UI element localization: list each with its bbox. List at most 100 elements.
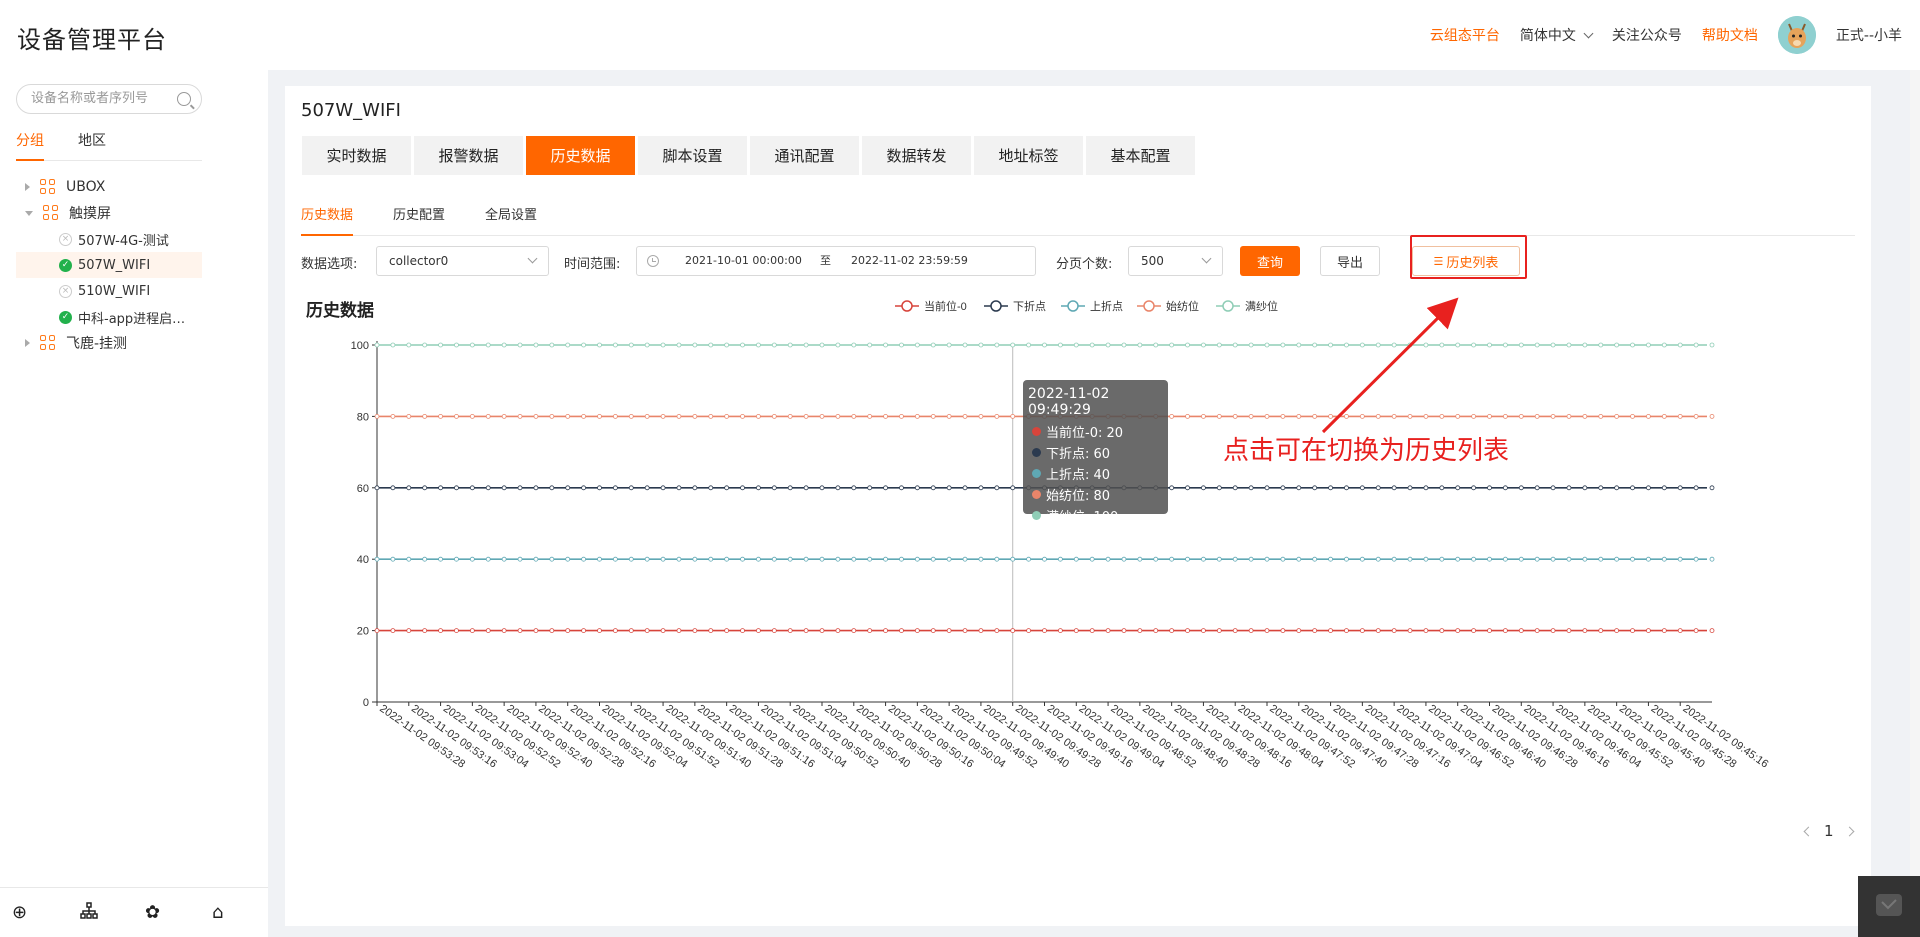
data-point — [1709, 628, 1715, 633]
page-scrollbar[interactable] — [1910, 70, 1920, 937]
data-point — [883, 485, 888, 491]
data-point — [1201, 342, 1206, 348]
data-point — [628, 628, 634, 633]
data-point — [1582, 556, 1588, 562]
data-point — [1677, 485, 1683, 491]
data-point — [1026, 342, 1032, 348]
data-point — [1375, 413, 1381, 419]
data-point — [724, 413, 730, 419]
data-point — [1248, 342, 1254, 348]
data-point — [1169, 485, 1175, 491]
data-point — [1550, 628, 1556, 633]
data-point — [660, 342, 666, 348]
data-point — [1312, 485, 1318, 491]
data-point — [962, 342, 968, 348]
chart-legend: 当前位-0 下折点 上折点 始纺位 满纱位 — [895, 299, 1278, 313]
data-point — [994, 628, 1000, 633]
legend-label: 当前位-0 — [924, 299, 967, 313]
data-point — [803, 485, 809, 491]
data-point — [374, 485, 380, 491]
data-point — [1614, 556, 1620, 562]
data-point — [883, 556, 888, 562]
tooltip-row: 上折点: 40 — [1028, 463, 1163, 484]
data-point — [1201, 628, 1206, 633]
data-point — [644, 413, 650, 419]
legend-label: 始纺位 — [1166, 299, 1199, 313]
data-point — [1328, 342, 1333, 348]
data-point — [1439, 556, 1445, 562]
current-page[interactable]: 1 — [1824, 822, 1834, 840]
y-tick-label: 80 — [357, 411, 369, 423]
data-point — [1264, 485, 1270, 491]
next-page-icon[interactable] — [1844, 826, 1854, 836]
data-point — [485, 556, 491, 562]
data-point — [1518, 413, 1524, 419]
data-point — [867, 413, 873, 419]
data-point — [962, 628, 968, 633]
data-point — [1328, 413, 1333, 419]
data-point — [565, 413, 571, 419]
data-point — [692, 485, 698, 491]
data-point — [771, 556, 777, 562]
data-point — [1010, 413, 1016, 419]
data-point — [1598, 556, 1604, 562]
series-dot-icon — [1032, 427, 1041, 436]
data-point — [851, 342, 857, 348]
data-point — [1614, 342, 1620, 348]
data-point — [978, 342, 984, 348]
data-point — [549, 556, 555, 562]
data-point — [406, 556, 412, 562]
data-point — [756, 556, 761, 562]
data-point — [1359, 556, 1365, 562]
data-point — [1344, 556, 1349, 562]
data-point — [1534, 413, 1540, 419]
data-point — [1566, 413, 1572, 419]
data-point — [930, 556, 936, 562]
data-point — [1582, 628, 1588, 633]
data-point — [1359, 342, 1365, 348]
data-point — [644, 628, 650, 633]
data-point — [1216, 485, 1222, 491]
data-point — [1487, 628, 1492, 633]
data-point — [787, 342, 793, 348]
data-point — [565, 342, 571, 348]
data-point — [803, 556, 809, 562]
data-point — [1344, 628, 1349, 633]
data-point — [1169, 413, 1175, 419]
data-point — [438, 485, 443, 491]
data-point — [692, 342, 698, 348]
data-point — [883, 342, 888, 348]
data-point — [740, 556, 745, 562]
data-point — [565, 485, 571, 491]
data-point — [1566, 342, 1572, 348]
data-point — [1216, 342, 1222, 348]
data-point — [1296, 485, 1302, 491]
data-point — [1073, 556, 1079, 562]
chat-widget[interactable] — [1858, 876, 1920, 937]
data-point — [644, 485, 650, 491]
data-point — [1375, 556, 1381, 562]
data-point — [819, 413, 825, 419]
data-point — [1137, 628, 1143, 633]
prev-page-icon[interactable] — [1803, 826, 1814, 836]
data-point — [1709, 556, 1715, 562]
legend-marker-icon — [1143, 300, 1155, 312]
data-point — [1709, 342, 1715, 348]
chart-tooltip: 2022-11-02 09:49:29 当前位-0: 20 下折点: 60 上折… — [1023, 380, 1168, 525]
data-point — [994, 556, 1000, 562]
data-point — [835, 628, 841, 633]
data-point — [1518, 556, 1524, 562]
data-point — [708, 342, 714, 348]
data-point — [1630, 413, 1635, 419]
data-point — [1661, 628, 1667, 633]
history-line-chart: 当前位-0 下折点 上折点 始纺位 满纱位 0 20 40 60 80 100 2022-11-0… — [351, 297, 1770, 771]
data-point — [1598, 413, 1604, 419]
data-point — [533, 556, 539, 562]
data-point — [946, 485, 952, 491]
y-tick-label: 100 — [351, 340, 369, 352]
data-point — [1073, 342, 1079, 348]
data-point — [1471, 628, 1477, 633]
data-point — [1216, 556, 1222, 562]
data-point — [1630, 342, 1635, 348]
legend-label: 下折点 — [1013, 299, 1046, 313]
